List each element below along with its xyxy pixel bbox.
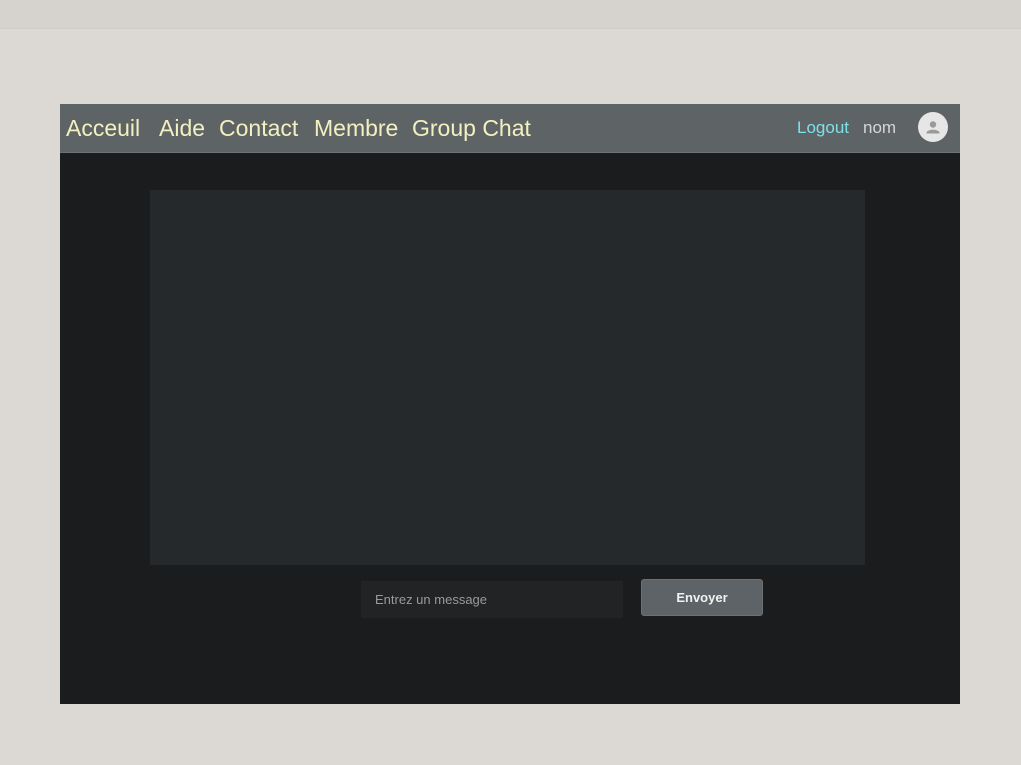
- chat-messages-area: [150, 190, 865, 565]
- person-icon: [926, 121, 940, 134]
- logout-link[interactable]: Logout: [797, 118, 849, 138]
- nav-link-group-chat[interactable]: Group Chat: [412, 114, 531, 142]
- nav-link-membre[interactable]: Membre: [314, 114, 398, 142]
- message-input[interactable]: [361, 581, 623, 618]
- send-button[interactable]: Envoyer: [641, 579, 763, 616]
- nav-link-aide[interactable]: Aide: [159, 114, 205, 142]
- navbar: Acceuil Aide Contact Membre Group Chat L…: [60, 104, 960, 153]
- browser-top-strip: [0, 0, 1021, 29]
- avatar[interactable]: [918, 112, 948, 142]
- app-window: Acceuil Aide Contact Membre Group Chat L…: [60, 104, 960, 704]
- user-name: nom: [863, 118, 897, 137]
- nav-link-contact[interactable]: Contact: [219, 114, 298, 142]
- nav-link-acceuil[interactable]: Acceuil: [66, 114, 140, 142]
